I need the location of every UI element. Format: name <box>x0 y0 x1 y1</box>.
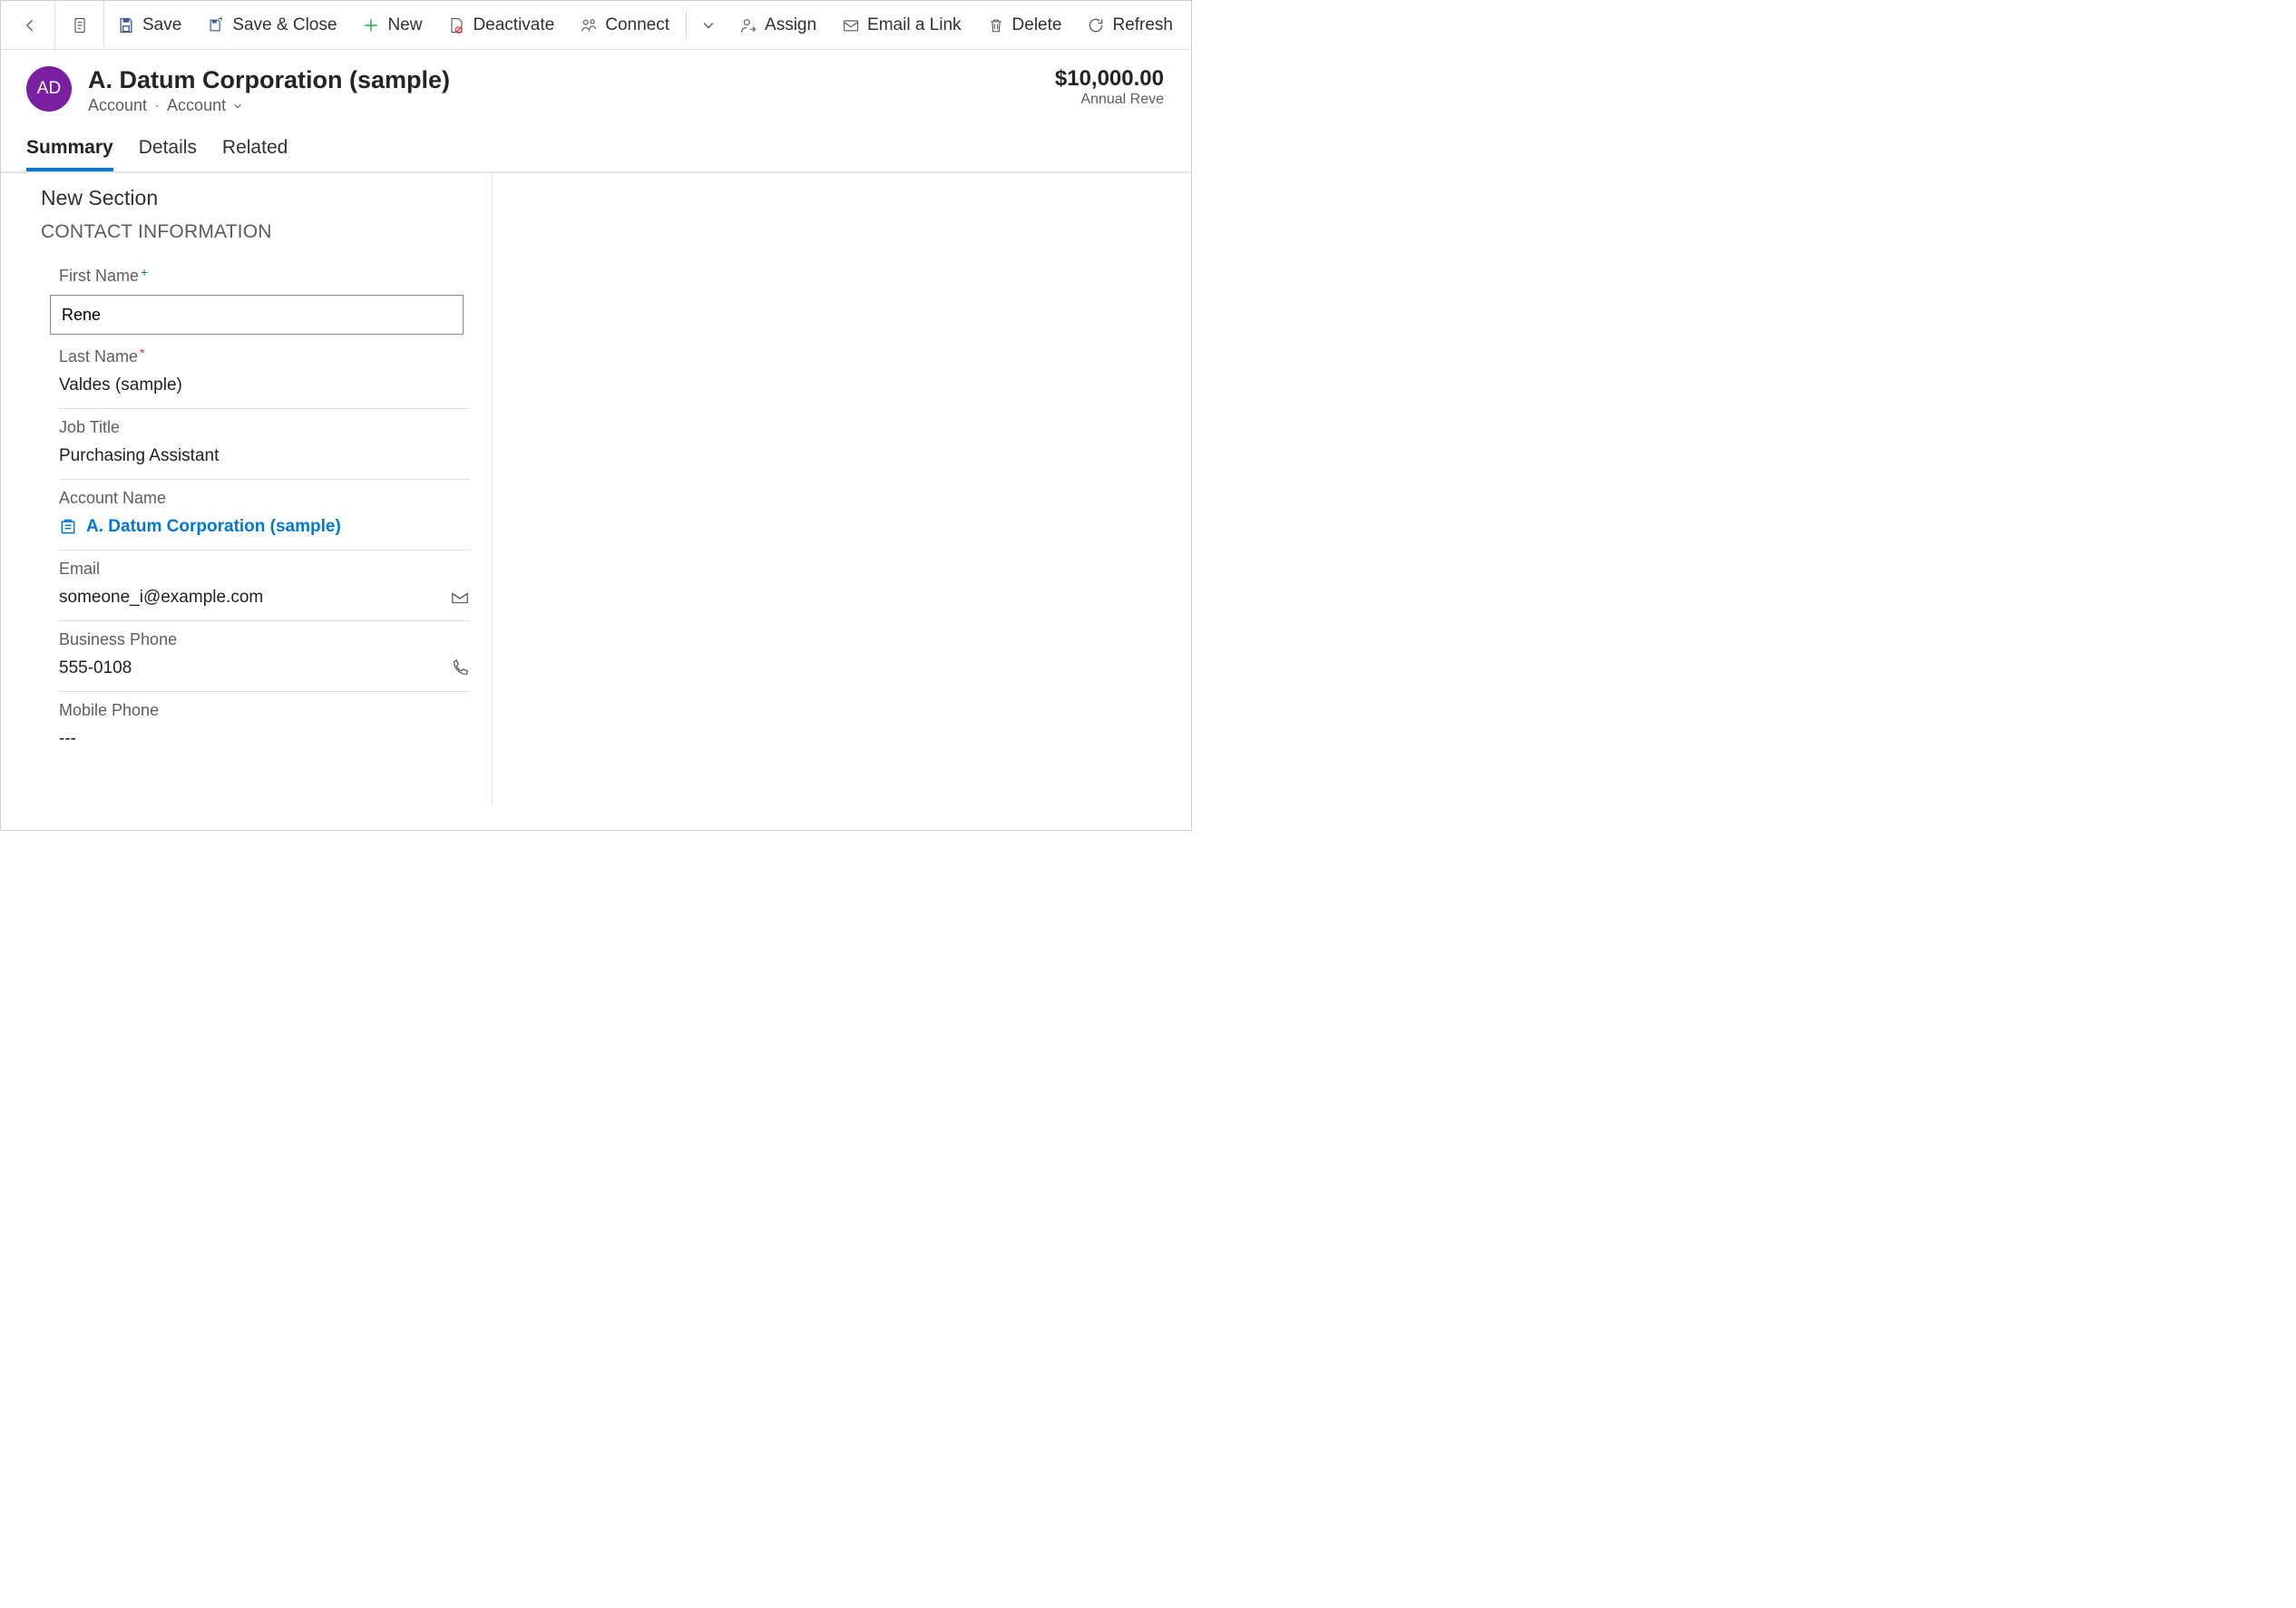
form-column: New Section CONTACT INFORMATION First Na… <box>1 173 493 805</box>
account-name-label: Account Name <box>59 489 166 508</box>
clipboard-icon <box>71 16 89 34</box>
refresh-label: Refresh <box>1112 15 1173 35</box>
trash-icon <box>987 16 1005 34</box>
annual-revenue-label: Annual Reve <box>1055 92 1164 108</box>
chevron-down-icon <box>231 100 244 112</box>
command-bar: Save Save & Close New Deactivate Connect <box>1 1 1191 50</box>
required-indicator: * <box>140 346 144 360</box>
connect-button[interactable]: Connect <box>567 1 682 49</box>
save-button[interactable]: Save <box>104 1 194 49</box>
assign-icon <box>739 16 757 34</box>
chevron-down-icon <box>699 16 718 34</box>
delete-button[interactable]: Delete <box>974 1 1075 49</box>
last-name-text: Valdes (sample) <box>59 375 182 395</box>
form-selector[interactable]: Account <box>167 96 244 115</box>
email-label: Email <box>59 560 100 579</box>
recommended-indicator: + <box>141 265 148 279</box>
form-empty-area <box>493 173 1191 805</box>
refresh-button[interactable]: Refresh <box>1074 1 1186 49</box>
connect-icon <box>580 16 598 34</box>
save-close-label: Save & Close <box>232 15 337 35</box>
entity-label: Account <box>88 96 147 115</box>
section-subtitle: CONTACT INFORMATION <box>41 221 470 243</box>
last-name-value[interactable]: Valdes (sample) <box>59 375 470 395</box>
deactivate-icon <box>447 16 465 34</box>
job-title-label: Job Title <box>59 418 120 437</box>
tab-summary[interactable]: Summary <box>26 137 113 171</box>
business-phone-label: Business Phone <box>59 630 177 649</box>
save-close-icon <box>207 16 225 34</box>
phone-icon[interactable] <box>450 658 470 678</box>
connect-label: Connect <box>605 15 669 35</box>
save-label: Save <box>142 15 181 35</box>
mail-icon <box>842 16 860 34</box>
page-title: A. Datum Corporation (sample) <box>88 66 1039 94</box>
clipboard-button[interactable] <box>55 1 104 49</box>
business-phone-text: 555-0108 <box>59 658 132 678</box>
job-title-value[interactable]: Purchasing Assistant <box>59 446 470 466</box>
overflow-button[interactable] <box>690 1 727 49</box>
new-button[interactable]: New <box>349 1 435 49</box>
account-name-text: A. Datum Corporation (sample) <box>86 517 341 537</box>
arrow-left-icon <box>22 16 40 34</box>
record-header: AD A. Datum Corporation (sample) Account… <box>1 50 1191 115</box>
business-phone-value[interactable]: 555-0108 <box>59 658 470 678</box>
new-label: New <box>387 15 422 35</box>
annual-revenue-value: $10,000.00 <box>1055 66 1164 92</box>
section-title: New Section <box>41 186 470 210</box>
assign-button[interactable]: Assign <box>727 1 829 49</box>
separator <box>686 12 687 39</box>
deactivate-button[interactable]: Deactivate <box>435 1 567 49</box>
tab-related[interactable]: Related <box>222 137 288 171</box>
avatar: AD <box>26 66 72 112</box>
plus-icon <box>362 16 380 34</box>
tab-details[interactable]: Details <box>139 137 197 171</box>
dot-separator: · <box>154 96 160 115</box>
first-name-input[interactable] <box>50 295 464 335</box>
job-title-text: Purchasing Assistant <box>59 446 219 466</box>
assign-label: Assign <box>765 15 816 35</box>
form-name: Account <box>167 96 226 115</box>
back-button[interactable] <box>6 1 55 49</box>
mobile-phone-text: --- <box>59 729 76 749</box>
deactivate-label: Deactivate <box>473 15 554 35</box>
email-link-button[interactable]: Email a Link <box>829 1 974 49</box>
mobile-phone-value[interactable]: --- <box>59 729 470 749</box>
save-icon <box>117 16 135 34</box>
mail-icon[interactable] <box>450 588 470 608</box>
email-link-label: Email a Link <box>867 15 962 35</box>
first-name-label: First Name <box>59 267 139 286</box>
tabs: Summary Details Related <box>1 115 1191 172</box>
last-name-label: Last Name <box>59 347 138 366</box>
mobile-phone-label: Mobile Phone <box>59 701 159 720</box>
email-value[interactable]: someone_i@example.com <box>59 588 470 608</box>
account-icon <box>59 518 77 536</box>
email-text: someone_i@example.com <box>59 588 263 608</box>
save-close-button[interactable]: Save & Close <box>194 1 349 49</box>
account-name-lookup[interactable]: A. Datum Corporation (sample) <box>59 517 470 537</box>
delete-label: Delete <box>1012 15 1062 35</box>
refresh-icon <box>1087 16 1105 34</box>
